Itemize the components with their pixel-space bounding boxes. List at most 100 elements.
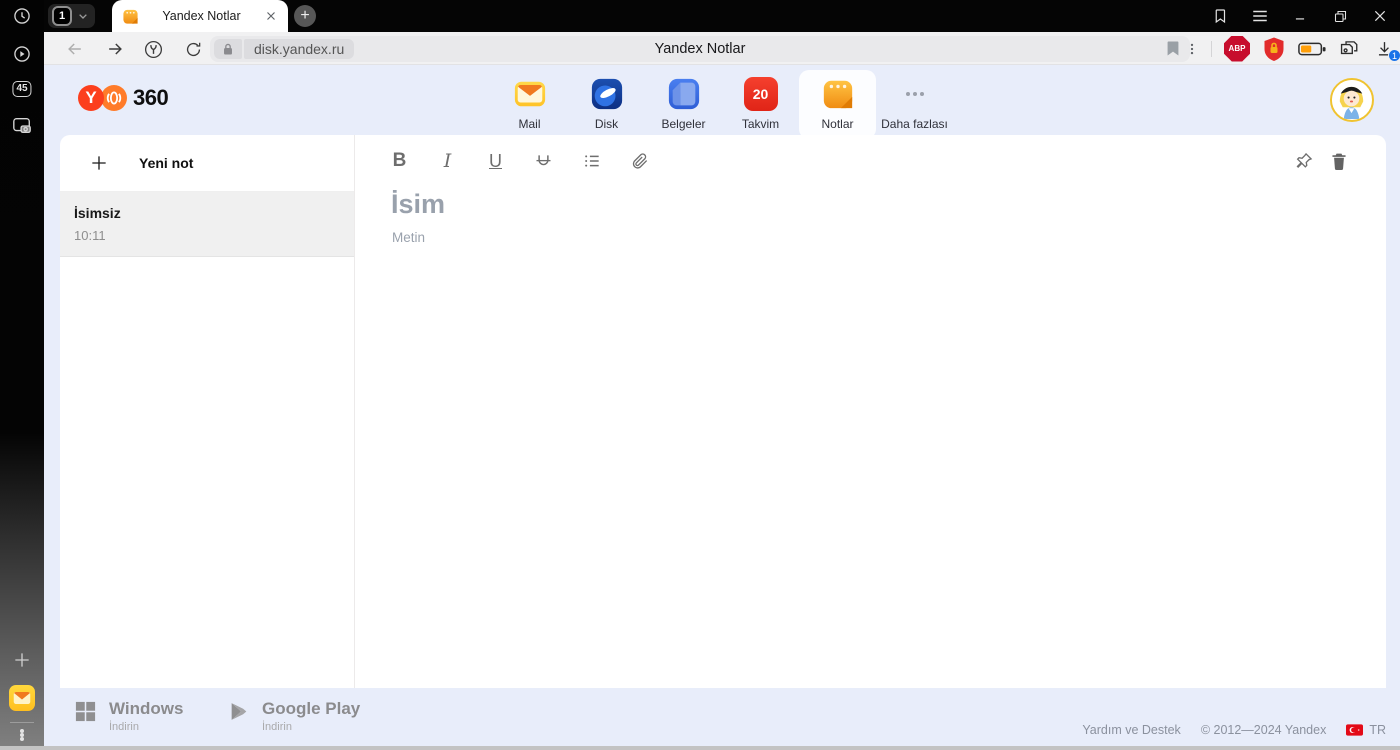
tab-count-badge[interactable]: 45	[12, 81, 32, 97]
restore-icon[interactable]	[1320, 0, 1360, 32]
note-body-placeholder[interactable]: Metin	[392, 230, 425, 245]
windows-download-link[interactable]: Windows İndirin	[74, 700, 183, 733]
app-notlar-active[interactable]: Notlar	[799, 70, 876, 139]
tab-close-icon[interactable]	[264, 9, 278, 23]
store-sub: İndirin	[262, 721, 292, 733]
app-belgeler[interactable]: Belgeler	[645, 70, 722, 139]
new-note-button[interactable]: Yeni not	[60, 135, 354, 192]
screenshot-icon[interactable]	[11, 116, 33, 136]
tab-group-selector[interactable]: 1	[48, 4, 95, 28]
back-icon[interactable]	[62, 36, 88, 62]
add-panel-icon[interactable]	[12, 650, 32, 670]
address-more-icon[interactable]	[1185, 41, 1199, 57]
store-title: Google Play	[262, 699, 361, 718]
user-avatar[interactable]	[1330, 78, 1374, 122]
more-apps-icon	[898, 77, 932, 111]
browser-window: 45 1 Yandex Notlar + disk.yandex.ru Yand…	[0, 0, 1400, 750]
battery-icon[interactable]	[1298, 41, 1326, 57]
address-bar[interactable]: disk.yandex.ru Yandex Notlar	[210, 36, 1190, 62]
italic-button[interactable]: I	[437, 149, 458, 173]
bullet-list-button[interactable]	[581, 149, 602, 173]
forward-icon[interactable]	[102, 36, 128, 62]
windows-icon	[75, 701, 96, 722]
new-tab-button[interactable]: +	[294, 5, 316, 27]
google-play-icon	[231, 703, 247, 720]
y360-ring-icon	[101, 85, 127, 111]
downloads-icon[interactable]: 1	[1375, 39, 1400, 62]
apps-nav: Mail Disk Belgeler 20 Takvim Notlar Daha…	[491, 70, 953, 139]
copyright-text: © 2012—2024 Yandex	[1200, 723, 1327, 737]
yandex-services-icon[interactable]	[140, 36, 166, 62]
new-note-label: Yeni not	[139, 155, 194, 171]
documents-app-icon	[667, 77, 701, 111]
language-code: TR	[1369, 723, 1386, 737]
logo-360-text: 360	[133, 85, 169, 110]
footer-links: Yardım ve Destek © 2012—2024 Yandex TR	[1082, 723, 1386, 737]
attachment-icon[interactable]	[629, 149, 650, 173]
adblock-extension-icon[interactable]: ABP	[1224, 35, 1250, 62]
note-editor: B I U İsim Metin	[356, 135, 1386, 688]
tab-keys-icon[interactable]	[1338, 39, 1363, 59]
download-count-badge: 1	[1388, 49, 1400, 62]
note-list-item-selected[interactable]: İsimsiz 10:11	[60, 192, 354, 257]
yandex-mail-shortcut-icon[interactable]	[9, 685, 35, 711]
notes-app-icon	[821, 77, 855, 111]
app-mail[interactable]: Mail	[491, 70, 568, 139]
app-more[interactable]: Daha fazlası	[876, 70, 953, 139]
tab-strip: 1 Yandex Notlar +	[44, 0, 1400, 32]
notes-list-panel: Yeni not İsimsiz 10:11	[60, 135, 355, 688]
page-header: Y 360 Mail Disk Belgeler 20 Takvim Notla…	[44, 65, 1400, 139]
close-icon[interactable]	[1360, 0, 1400, 32]
protect-shield-icon[interactable]	[1262, 36, 1286, 62]
history-icon[interactable]	[12, 6, 32, 26]
note-actions	[1294, 151, 1348, 171]
disk-app-icon	[590, 77, 624, 111]
app-label: Mail	[518, 117, 541, 131]
yandex-logo-icon: Y	[78, 85, 104, 111]
window-bottom-edge	[0, 746, 1400, 750]
format-toolbar: B I U	[389, 149, 677, 173]
note-time: 10:11	[74, 228, 106, 243]
toolbar-divider	[1211, 40, 1212, 57]
delete-note-icon[interactable]	[1330, 151, 1348, 171]
rail-more-icon[interactable]	[18, 729, 26, 741]
play-media-icon[interactable]	[12, 44, 32, 64]
url-text[interactable]: disk.yandex.ru	[244, 39, 355, 59]
underline-button[interactable]: U	[485, 149, 506, 173]
active-tab[interactable]: Yandex Notlar	[112, 0, 288, 32]
yandex360-logo[interactable]: Y 360	[78, 85, 169, 111]
lock-icon[interactable]	[214, 39, 242, 59]
chevron-down-icon	[79, 14, 87, 19]
tab-title: Yandex Notlar	[162, 9, 241, 23]
note-title-placeholder[interactable]: İsim	[391, 189, 445, 220]
bold-button[interactable]: B	[389, 149, 410, 173]
app-label: Takvim	[741, 117, 780, 131]
google-play-link[interactable]: Google Play İndirin	[228, 700, 360, 733]
bookmarks-panel-icon[interactable]	[1200, 0, 1240, 32]
page-title: Yandex Notlar	[654, 41, 746, 57]
browser-toolbar: disk.yandex.ru Yandex Notlar ABP 1	[44, 32, 1400, 65]
store-sub: İndirin	[109, 721, 139, 733]
language-switcher[interactable]: TR	[1346, 723, 1386, 737]
rail-divider	[10, 722, 34, 723]
page-footer: Windows İndirin Google Play İndirin Yard…	[44, 688, 1400, 746]
window-controls	[1200, 0, 1400, 32]
menu-icon[interactable]	[1240, 0, 1280, 32]
plus-icon	[92, 156, 106, 170]
pin-note-icon[interactable]	[1294, 151, 1314, 171]
minimize-icon[interactable]	[1280, 0, 1320, 32]
app-label: Notlar	[821, 117, 854, 131]
app-label: Daha fazlası	[881, 117, 948, 131]
new-tab-glyph: +	[300, 7, 310, 24]
app-disk[interactable]: Disk	[568, 70, 645, 139]
help-link[interactable]: Yardım ve Destek	[1082, 723, 1180, 737]
store-title: Windows	[109, 699, 184, 718]
bookmark-star-icon[interactable]	[1166, 40, 1180, 57]
app-takvim[interactable]: 20 Takvim	[722, 70, 799, 139]
extensions-strip: ABP 1	[1185, 35, 1400, 62]
browser-side-rail: 45	[0, 0, 44, 746]
notes-favicon	[123, 9, 138, 24]
notes-app-card: Yeni not İsimsiz 10:11 B I U İsim Metin	[60, 135, 1386, 688]
refresh-icon[interactable]	[180, 36, 206, 62]
strikethrough-button[interactable]	[533, 149, 554, 173]
